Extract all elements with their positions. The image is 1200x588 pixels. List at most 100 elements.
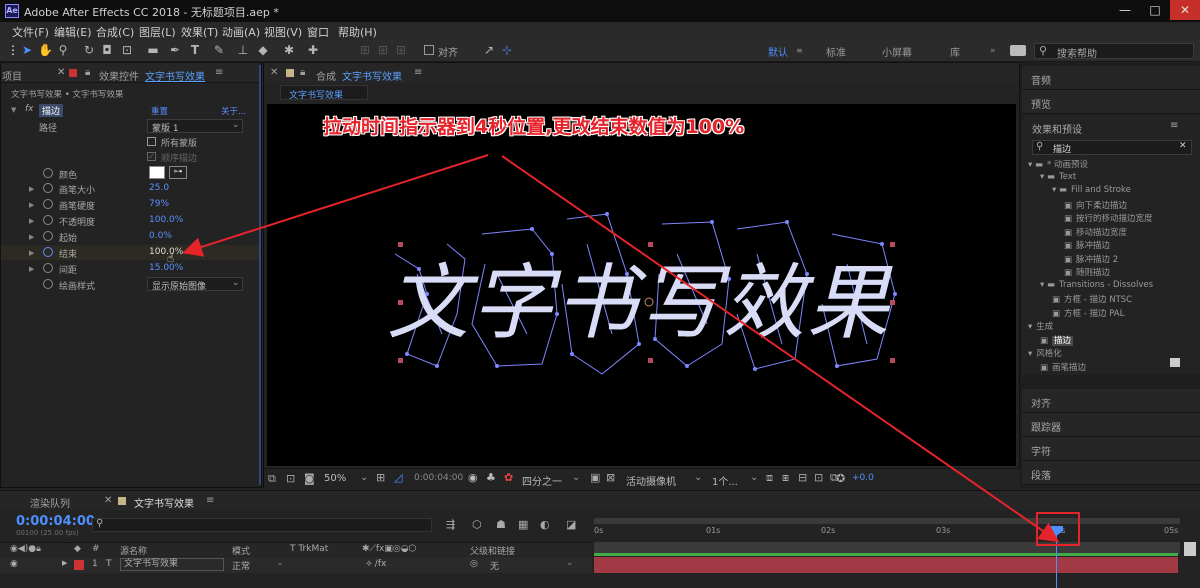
expand-effect-icon[interactable]: ▼ xyxy=(11,106,16,114)
opacity-value[interactable]: 100.0% xyxy=(149,215,183,225)
camera-dropdown[interactable]: 活动摄像机 ⌄ xyxy=(624,472,704,488)
tab-composition[interactable]: 合成 xyxy=(316,68,336,83)
workspace-small-screen[interactable]: 小屏幕 xyxy=(882,44,912,59)
start-value[interactable]: 0.0% xyxy=(149,231,172,241)
exposure-value[interactable]: +0.0 xyxy=(852,473,874,483)
stopwatch-icon[interactable] xyxy=(43,279,53,289)
workspace-default[interactable]: 默认 xyxy=(768,44,788,59)
rectangle-tool-icon[interactable]: ▬ xyxy=(146,43,160,57)
channel-icon[interactable]: ✿ xyxy=(504,471,513,484)
tree-item[interactable]: ▣ 随则描边 xyxy=(1064,266,1110,278)
panel-character[interactable]: 字符 xyxy=(1022,437,1200,461)
menu-effect[interactable]: 效果(T) xyxy=(181,24,218,40)
viewer-time[interactable]: 0:00:04:00 xyxy=(414,473,463,483)
panel-tracker[interactable]: 跟踪器 xyxy=(1022,413,1200,437)
menu-window[interactable]: 窗口 xyxy=(307,24,329,40)
snap-grid-icon[interactable]: ⊹ xyxy=(500,43,514,57)
minimize-button[interactable]: — xyxy=(1110,0,1140,20)
header-source-name[interactable]: 源名称 xyxy=(120,544,147,557)
panel-paragraph[interactable]: 段落 xyxy=(1022,461,1200,485)
all-masks-checkbox[interactable] xyxy=(147,137,156,146)
resolution-dropdown[interactable]: 四分之一 ⌄ xyxy=(520,472,582,488)
clear-search-icon[interactable]: ✕ xyxy=(1179,141,1187,151)
magnify-icon[interactable]: ⊡ xyxy=(286,472,295,485)
graph-editor-icon[interactable]: ◪ xyxy=(566,518,576,531)
clone-stamp-tool-icon[interactable]: ⊥ xyxy=(236,43,250,57)
menu-composition[interactable]: 合成(C) xyxy=(96,24,134,40)
show-snapshot-icon[interactable]: ♣ xyxy=(486,471,496,484)
layer-search-box[interactable]: ⚲ xyxy=(92,518,432,532)
tree-item[interactable]: ▣ 脉冲描边 2 xyxy=(1064,253,1118,265)
parent-pickwhip-icon[interactable]: ◎ xyxy=(470,559,478,569)
help-search-box[interactable]: ⚲ 搜索帮助 xyxy=(1034,43,1194,60)
always-preview-icon[interactable]: ⧉ xyxy=(268,472,276,486)
panel-menu-icon[interactable]: ≡ xyxy=(414,67,422,78)
eyedropper-icon[interactable]: ⊶ xyxy=(169,166,187,179)
effect-name[interactable]: 描边 xyxy=(39,104,64,117)
workspace-library[interactable]: 库 xyxy=(950,44,960,59)
toggle-pixel-icon[interactable]: ⧈ xyxy=(766,471,773,485)
current-timecode[interactable]: 0:00:04:00 xyxy=(16,514,95,529)
roto-brush-tool-icon[interactable]: ✱ xyxy=(282,43,296,57)
tree-item[interactable]: ▣ 方框 - 描边 NTSC xyxy=(1052,293,1132,305)
layer-name[interactable]: 文字书写效果 xyxy=(120,558,224,571)
stopwatch-icon[interactable] xyxy=(43,183,53,193)
zoom-slider-handle[interactable] xyxy=(1184,542,1196,556)
tree-item[interactable]: ▣ 描边 xyxy=(1040,334,1074,346)
snap-option-icon[interactable]: ↗ xyxy=(482,43,496,57)
tree-item[interactable]: ▣ 移动描边宽度 xyxy=(1064,226,1127,238)
menu-help[interactable]: 帮助(H) xyxy=(338,24,377,40)
menu-file[interactable]: 文件(F) xyxy=(12,24,49,40)
workspace-standard[interactable]: 标准 xyxy=(826,44,846,59)
expand-icon[interactable]: ▶ xyxy=(29,185,34,193)
zoom-tool-icon[interactable]: ⚲ xyxy=(56,43,70,57)
lock-icon[interactable]: 🔒︎ xyxy=(300,67,305,78)
eraser-tool-icon[interactable]: ◆ xyxy=(256,43,270,57)
hand-tool-icon[interactable]: ✋ xyxy=(38,43,53,57)
mask-view-icon[interactable]: ◙ xyxy=(304,472,315,485)
new-bin-icon[interactable] xyxy=(1170,358,1180,367)
tree-item[interactable]: ▾ ▬ Text xyxy=(1040,172,1076,182)
menu-edit[interactable]: 编辑(E) xyxy=(54,24,92,40)
work-area-bar[interactable] xyxy=(594,518,1180,524)
expand-icon[interactable]: ▶ xyxy=(29,201,34,209)
tree-item[interactable]: ▾ ▬ Transitions - Dissolves xyxy=(1040,280,1153,290)
tree-item[interactable]: ▣ 按行的移动描边宽度 xyxy=(1064,212,1153,224)
close-button[interactable]: ✕ xyxy=(1170,0,1200,20)
grid-icon[interactable]: ⊞ xyxy=(376,471,385,484)
color-swatch[interactable] xyxy=(149,166,165,179)
selection-tool-icon[interactable]: ➤ xyxy=(20,43,34,57)
layer-parent[interactable]: 无 xyxy=(490,559,499,572)
tree-item[interactable]: ▾ ▬ * 动画预设 xyxy=(1028,158,1088,170)
visibility-eye-icon[interactable]: ◉ xyxy=(10,559,18,569)
draft-3d-toggle-icon[interactable]: ⬡ xyxy=(472,518,482,531)
tree-item[interactable]: ▾ 生成 xyxy=(1028,320,1053,332)
tree-item[interactable]: ▾ ▬ Fill and Stroke xyxy=(1052,185,1131,195)
panel-audio[interactable]: 音频 xyxy=(1022,66,1200,90)
brush-tool-icon[interactable]: ✎ xyxy=(212,43,226,57)
close-tab-icon[interactable]: ✕ xyxy=(57,67,65,78)
touchbar-icon[interactable] xyxy=(1010,45,1026,56)
motion-blur-icon[interactable]: ◐ xyxy=(540,518,550,531)
tree-item[interactable]: ▣ 画笔描边 xyxy=(1040,361,1086,373)
puppet-pin-tool-icon[interactable]: ✚ xyxy=(306,43,320,57)
layer-row[interactable]: ◉ ▶ 1 T 文字书写效果 正常 ⌄ ⟡ ∕fx ◎ 无 ⌄ xyxy=(0,557,592,573)
maximize-button[interactable]: □ xyxy=(1140,0,1170,20)
lock-icon[interactable]: 🔒︎ xyxy=(85,67,90,78)
world-axis-icon[interactable]: ⊞ xyxy=(376,43,390,57)
stopwatch-icon[interactable] xyxy=(43,231,53,241)
tree-item[interactable]: ▣ 向下柔边描边 xyxy=(1064,199,1127,211)
about-link[interactable]: 关于... xyxy=(221,105,246,117)
snapshot-icon[interactable]: ◉ xyxy=(468,471,478,484)
tree-item[interactable]: ▾ 风格化 xyxy=(1028,347,1062,359)
layer-duration-bar[interactable] xyxy=(594,557,1178,573)
tree-item[interactable]: ▣ 脉冲描边 xyxy=(1064,239,1110,251)
layer-mode[interactable]: 正常 xyxy=(232,559,250,572)
effects-search-box[interactable]: ⚲ 描边 ✕ xyxy=(1032,140,1192,155)
tab-timeline-comp[interactable]: 文字书写效果 xyxy=(134,495,194,510)
panel-menu-icon[interactable]: ≡ xyxy=(215,67,223,78)
draft-3d-icon[interactable]: ⧆ xyxy=(782,471,789,485)
spacing-value[interactable]: 15.00% xyxy=(149,263,183,273)
tab-composition-name[interactable]: 文字书写效果 xyxy=(342,68,402,83)
pen-tool-icon[interactable]: ✒ xyxy=(168,43,182,57)
